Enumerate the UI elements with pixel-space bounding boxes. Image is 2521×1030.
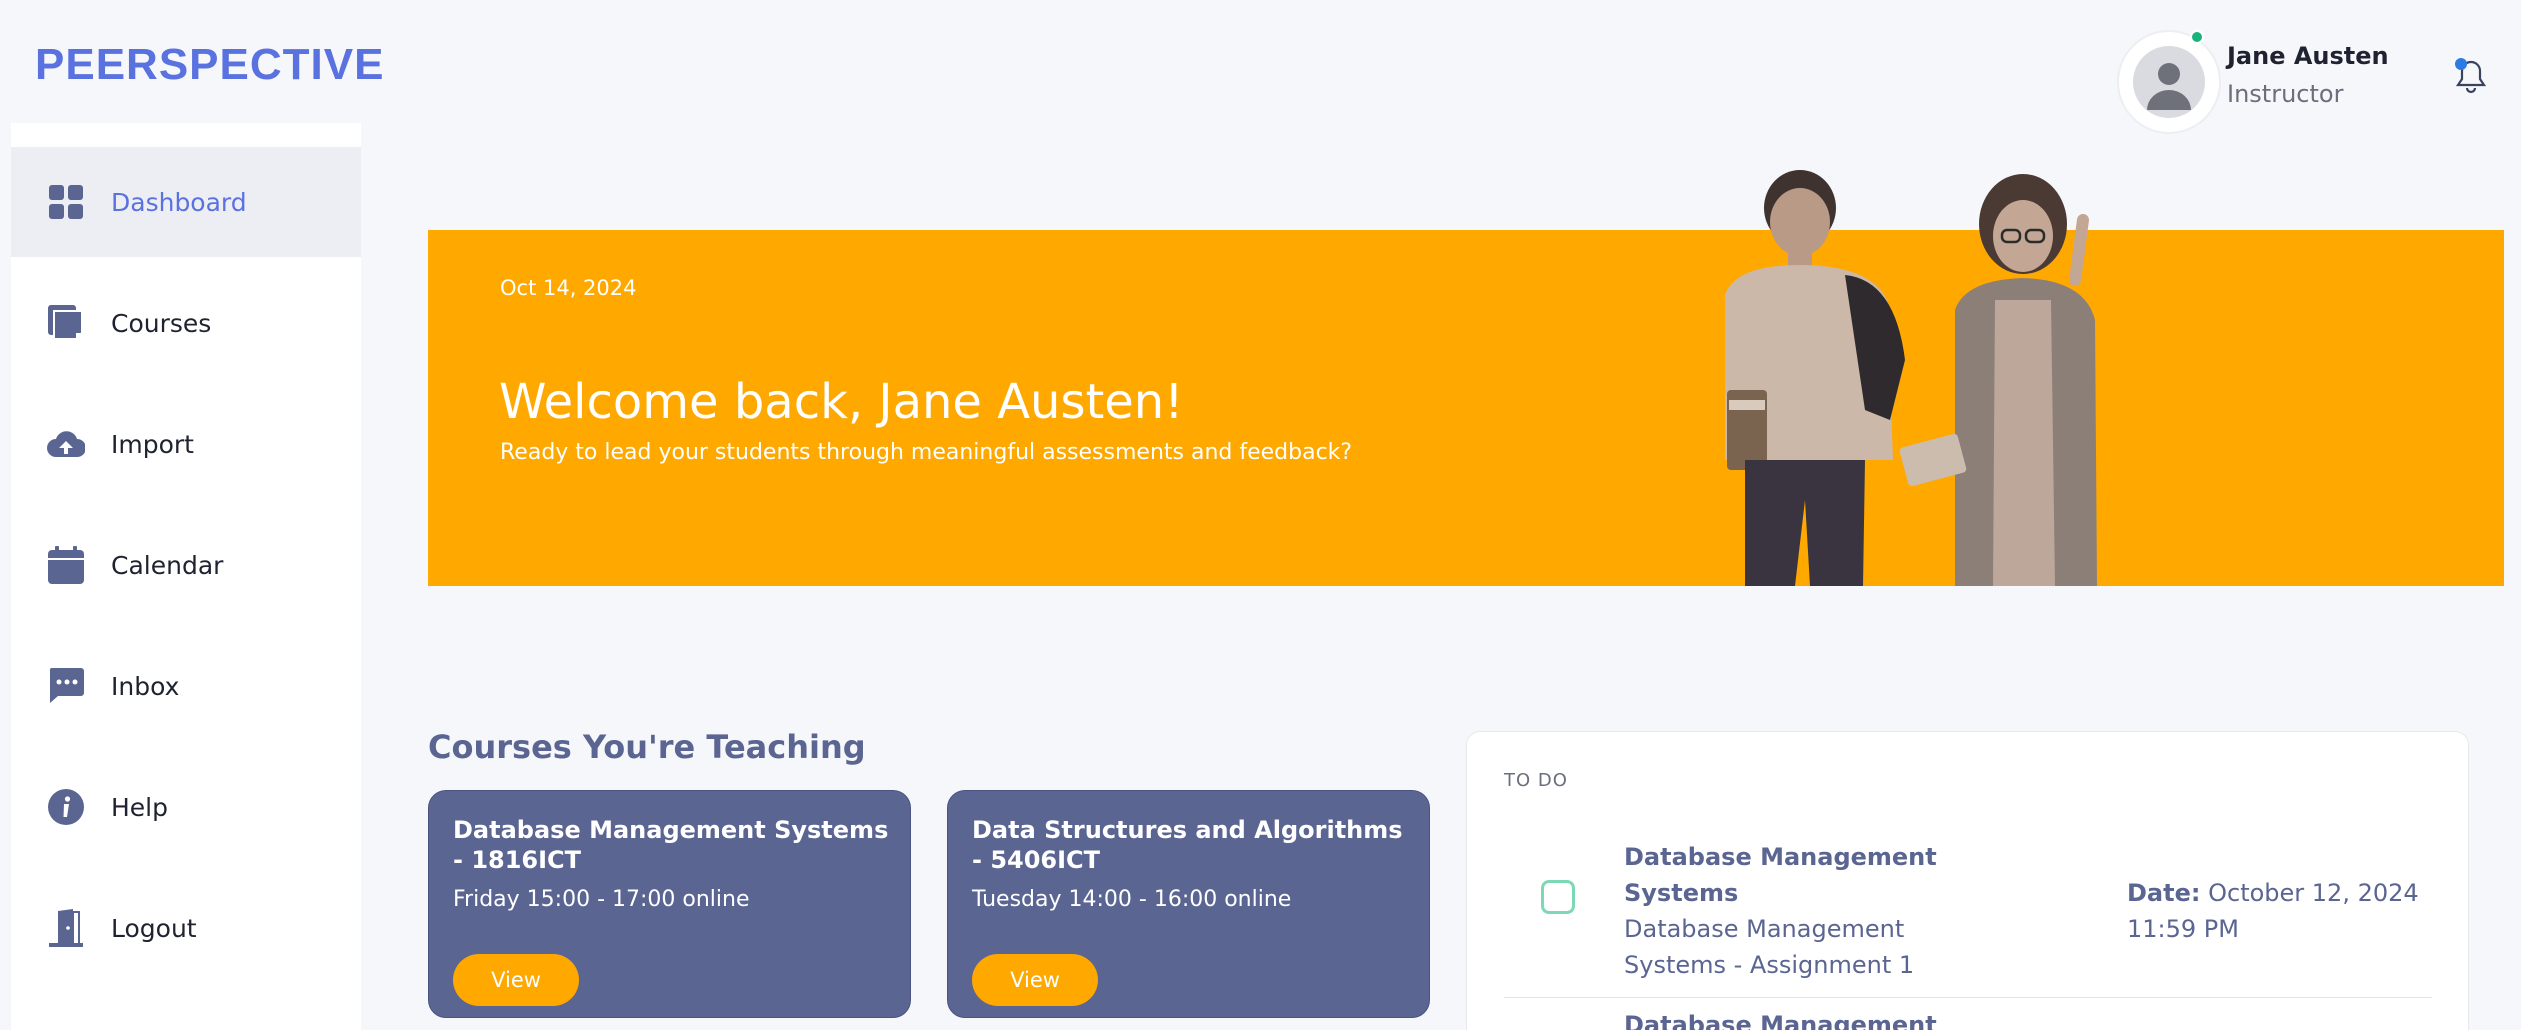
sidebar-item-label: Calendar <box>111 550 224 580</box>
logout-door-icon <box>47 909 85 947</box>
sidebar-item-label: Dashboard <box>111 187 247 217</box>
brand-logo[interactable]: PEERSPECTIVE <box>35 40 384 90</box>
students-illustration <box>1665 160 2135 586</box>
sidebar-item-label: Help <box>111 792 168 822</box>
course-name: Database Management Systems - 1816ICT <box>453 816 889 874</box>
sidebar-item-label: Inbox <box>111 671 180 701</box>
info-icon <box>47 788 85 826</box>
calendar-icon <box>47 546 85 584</box>
sidebar-item-import[interactable]: Import <box>11 389 361 499</box>
todo-divider <box>1504 997 2432 998</box>
sidebar: Dashboard Courses Import Calendar Inbox … <box>11 123 361 1030</box>
course-card[interactable]: Database Management Systems - 1816ICT Fr… <box>428 790 911 1018</box>
sidebar-item-dashboard[interactable]: Dashboard <box>11 147 361 257</box>
sidebar-item-label: Import <box>111 429 194 459</box>
courses-icon <box>47 304 85 342</box>
todo-heading: TO DO <box>1504 770 1568 791</box>
todo-item-title[interactable]: Database Management <box>1624 1007 1944 1030</box>
chat-icon <box>47 667 85 705</box>
banner-date: Oct 14, 2024 <box>500 276 637 300</box>
user-role: Instructor <box>2227 80 2344 108</box>
sidebar-item-label: Logout <box>111 913 197 943</box>
course-name: Data Structures and Algorithms - 5406ICT <box>972 816 1403 874</box>
banner-title: Welcome back, Jane Austen! <box>499 374 1184 430</box>
course-schedule: Tuesday 14:00 - 16:00 online <box>972 887 1292 912</box>
online-status-icon <box>2190 30 2204 44</box>
todo-panel: TO DO Database Management Systems Databa… <box>1466 731 2469 1030</box>
view-course-button[interactable]: View <box>972 954 1098 1006</box>
todo-item-date: Date: October 12, 2024 11:59 PM <box>2127 875 2427 947</box>
dashboard-icon <box>47 183 85 221</box>
todo-item-description: Database Management Systems - Assignment… <box>1624 915 1915 979</box>
sidebar-item-help[interactable]: Help <box>11 752 361 862</box>
banner-subtitle: Ready to lead your students through mean… <box>500 440 1353 465</box>
course-card[interactable]: Data Structures and Algorithms - 5406ICT… <box>947 790 1430 1018</box>
avatar[interactable] <box>2117 30 2221 134</box>
course-schedule: Friday 15:00 - 17:00 online <box>453 887 750 912</box>
courses-heading: Courses You're Teaching <box>428 728 866 766</box>
sidebar-item-calendar[interactable]: Calendar <box>11 510 361 620</box>
sidebar-item-courses[interactable]: Courses <box>11 268 361 378</box>
user-avatar-icon <box>2133 46 2205 118</box>
user-name: Jane Austen <box>2227 42 2389 70</box>
todo-checkbox[interactable] <box>1541 880 1575 914</box>
sidebar-item-logout[interactable]: Logout <box>11 873 361 983</box>
sidebar-item-inbox[interactable]: Inbox <box>11 631 361 741</box>
todo-date-label: Date: <box>2127 879 2201 907</box>
notification-dot <box>2455 58 2467 70</box>
todo-item-title[interactable]: Database Management Systems <box>1624 839 1944 911</box>
view-course-button[interactable]: View <box>453 954 579 1006</box>
sidebar-item-label: Courses <box>111 308 212 338</box>
welcome-banner: Oct 14, 2024 Welcome back, Jane Austen! … <box>428 230 2504 586</box>
dashboard-page: PEERSPECTIVE Dashboard Courses Import Ca… <box>0 0 2521 1030</box>
cloud-upload-icon <box>47 425 85 463</box>
